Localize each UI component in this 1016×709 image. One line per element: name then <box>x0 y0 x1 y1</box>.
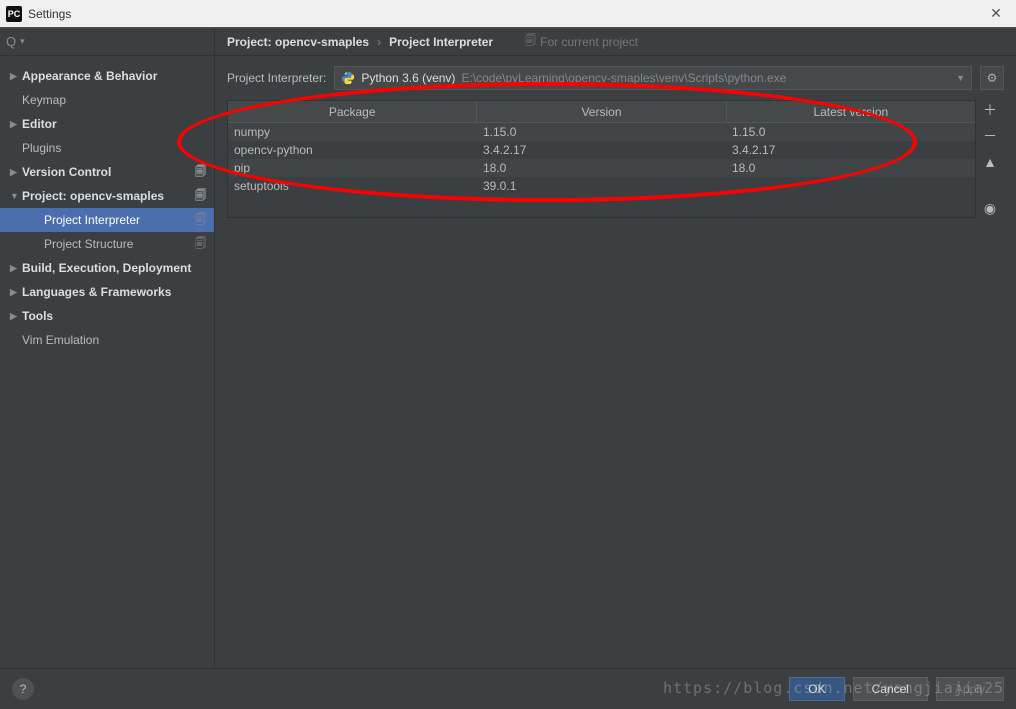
watermark: https://blog.csdn.net/yangjiajia25 <box>663 679 1004 697</box>
sidebar-item-label: Languages & Frameworks <box>22 285 171 299</box>
sidebar-item-languages[interactable]: ▶Languages & Frameworks <box>0 280 214 304</box>
eye-icon: ◉ <box>984 200 996 217</box>
breadcrumb: Project: opencv-smaples › Project Interp… <box>215 28 1016 56</box>
close-icon[interactable]: ✕ <box>982 0 1010 28</box>
chevron-right-icon: ▶ <box>10 167 22 178</box>
main-area: Q ▾ ▶Appearance & Behavior Keymap ▶Edito… <box>0 28 1016 668</box>
copy-icon: 🗐 <box>525 32 536 51</box>
sidebar-item-label: Version Control <box>22 165 111 179</box>
search-icon: Q <box>6 34 16 49</box>
sidebar-item-project[interactable]: ▼Project: opencv-smaples 🗐 <box>0 184 214 208</box>
column-latest[interactable]: Latest version <box>727 101 975 122</box>
sidebar: Q ▾ ▶Appearance & Behavior Keymap ▶Edito… <box>0 28 215 668</box>
minus-icon: － <box>983 126 997 146</box>
help-button[interactable]: ? <box>12 678 34 700</box>
breadcrumb-part1[interactable]: Project: opencv-smaples <box>227 35 369 49</box>
sidebar-item-project-interpreter[interactable]: Project Interpreter 🗐 <box>0 208 214 232</box>
copy-icon: 🗐 <box>195 187 206 206</box>
interpreter-row: Project Interpreter: Python 3.6 (venv) E… <box>215 56 1016 100</box>
chevron-right-icon: ▶ <box>10 311 22 322</box>
sidebar-item-label: Build, Execution, Deployment <box>22 261 191 275</box>
sidebar-item-label: Project Structure <box>44 237 133 251</box>
sidebar-item-keymap[interactable]: Keymap <box>0 88 214 112</box>
package-table: Package Version Latest version numpy 1.1… <box>227 100 976 218</box>
search-row: Q ▾ <box>0 28 214 56</box>
upgrade-package-button[interactable]: ▲ <box>980 152 1000 172</box>
copy-icon: 🗐 <box>195 163 206 182</box>
column-package[interactable]: Package <box>228 101 477 122</box>
sidebar-item-label: Project: opencv-smaples <box>22 189 164 203</box>
chevron-right-icon: ▶ <box>10 119 22 130</box>
sidebar-item-label: Keymap <box>22 93 66 107</box>
remove-package-button[interactable]: － <box>980 126 1000 146</box>
sidebar-item-tools[interactable]: ▶Tools <box>0 304 214 328</box>
sidebar-item-label: Project Interpreter <box>44 213 140 227</box>
triangle-up-icon: ▲ <box>983 154 997 170</box>
python-icon <box>341 71 355 85</box>
chevron-right-icon: ▶ <box>10 263 22 274</box>
sidebar-item-label: Vim Emulation <box>22 333 99 347</box>
interpreter-select[interactable]: Python 3.6 (venv) E:\code\pyLearning\ope… <box>334 66 972 90</box>
sidebar-item-plugins[interactable]: Plugins <box>0 136 214 160</box>
show-early-releases-button[interactable]: ◉ <box>980 198 1000 218</box>
chevron-right-icon: › <box>377 35 381 49</box>
chevron-down-icon: ▼ <box>10 191 22 201</box>
pycharm-logo-icon: PC <box>6 6 22 22</box>
sidebar-item-label: Tools <box>22 309 53 323</box>
table-header: Package Version Latest version <box>228 101 975 123</box>
gear-icon: ⚙ <box>987 71 998 85</box>
interpreter-label: Project Interpreter: <box>227 71 326 85</box>
settings-tree: ▶Appearance & Behavior Keymap ▶Editor Pl… <box>0 56 214 352</box>
content-panel: Project: opencv-smaples › Project Interp… <box>215 28 1016 668</box>
sidebar-item-editor[interactable]: ▶Editor <box>0 112 214 136</box>
package-table-wrap: Package Version Latest version numpy 1.1… <box>227 100 1004 218</box>
plus-icon: ＋ <box>983 100 997 120</box>
chevron-down-icon: ▼ <box>956 73 965 83</box>
sidebar-item-project-structure[interactable]: Project Structure 🗐 <box>0 232 214 256</box>
sidebar-item-label: Plugins <box>22 141 61 155</box>
interpreter-path: E:\code\pyLearning\opencv-smaples\venv\S… <box>461 71 786 85</box>
chevron-right-icon: ▶ <box>10 287 22 298</box>
window-title: Settings <box>28 7 982 21</box>
table-row[interactable]: pip 18.0 18.0 <box>228 159 975 177</box>
help-icon: ? <box>20 682 27 696</box>
add-package-button[interactable]: ＋ <box>980 100 1000 120</box>
package-side-buttons: ＋ － ▲ ◉ <box>980 100 1004 218</box>
sidebar-item-appearance[interactable]: ▶Appearance & Behavior <box>0 64 214 88</box>
breadcrumb-part2: Project Interpreter <box>389 35 493 49</box>
interpreter-name: Python 3.6 (venv) <box>361 71 455 85</box>
copy-icon: 🗐 <box>195 235 206 254</box>
column-version[interactable]: Version <box>477 101 726 122</box>
sidebar-item-label: Editor <box>22 117 57 131</box>
table-row[interactable]: setuptools 39.0.1 <box>228 177 975 195</box>
titlebar: PC Settings ✕ <box>0 0 1016 28</box>
table-row[interactable]: opencv-python 3.4.2.17 3.4.2.17 <box>228 141 975 159</box>
sidebar-item-vim[interactable]: Vim Emulation <box>0 328 214 352</box>
sidebar-item-build[interactable]: ▶Build, Execution, Deployment <box>0 256 214 280</box>
table-row[interactable]: numpy 1.15.0 1.15.0 <box>228 123 975 141</box>
chevron-right-icon: ▶ <box>10 71 22 82</box>
sidebar-item-label: Appearance & Behavior <box>22 69 157 83</box>
copy-icon: 🗐 <box>195 211 206 230</box>
sidebar-item-version-control[interactable]: ▶Version Control 🗐 <box>0 160 214 184</box>
interpreter-settings-button[interactable]: ⚙ <box>980 66 1004 90</box>
search-input[interactable] <box>25 34 208 49</box>
breadcrumb-hint: 🗐 For current project <box>525 32 638 51</box>
